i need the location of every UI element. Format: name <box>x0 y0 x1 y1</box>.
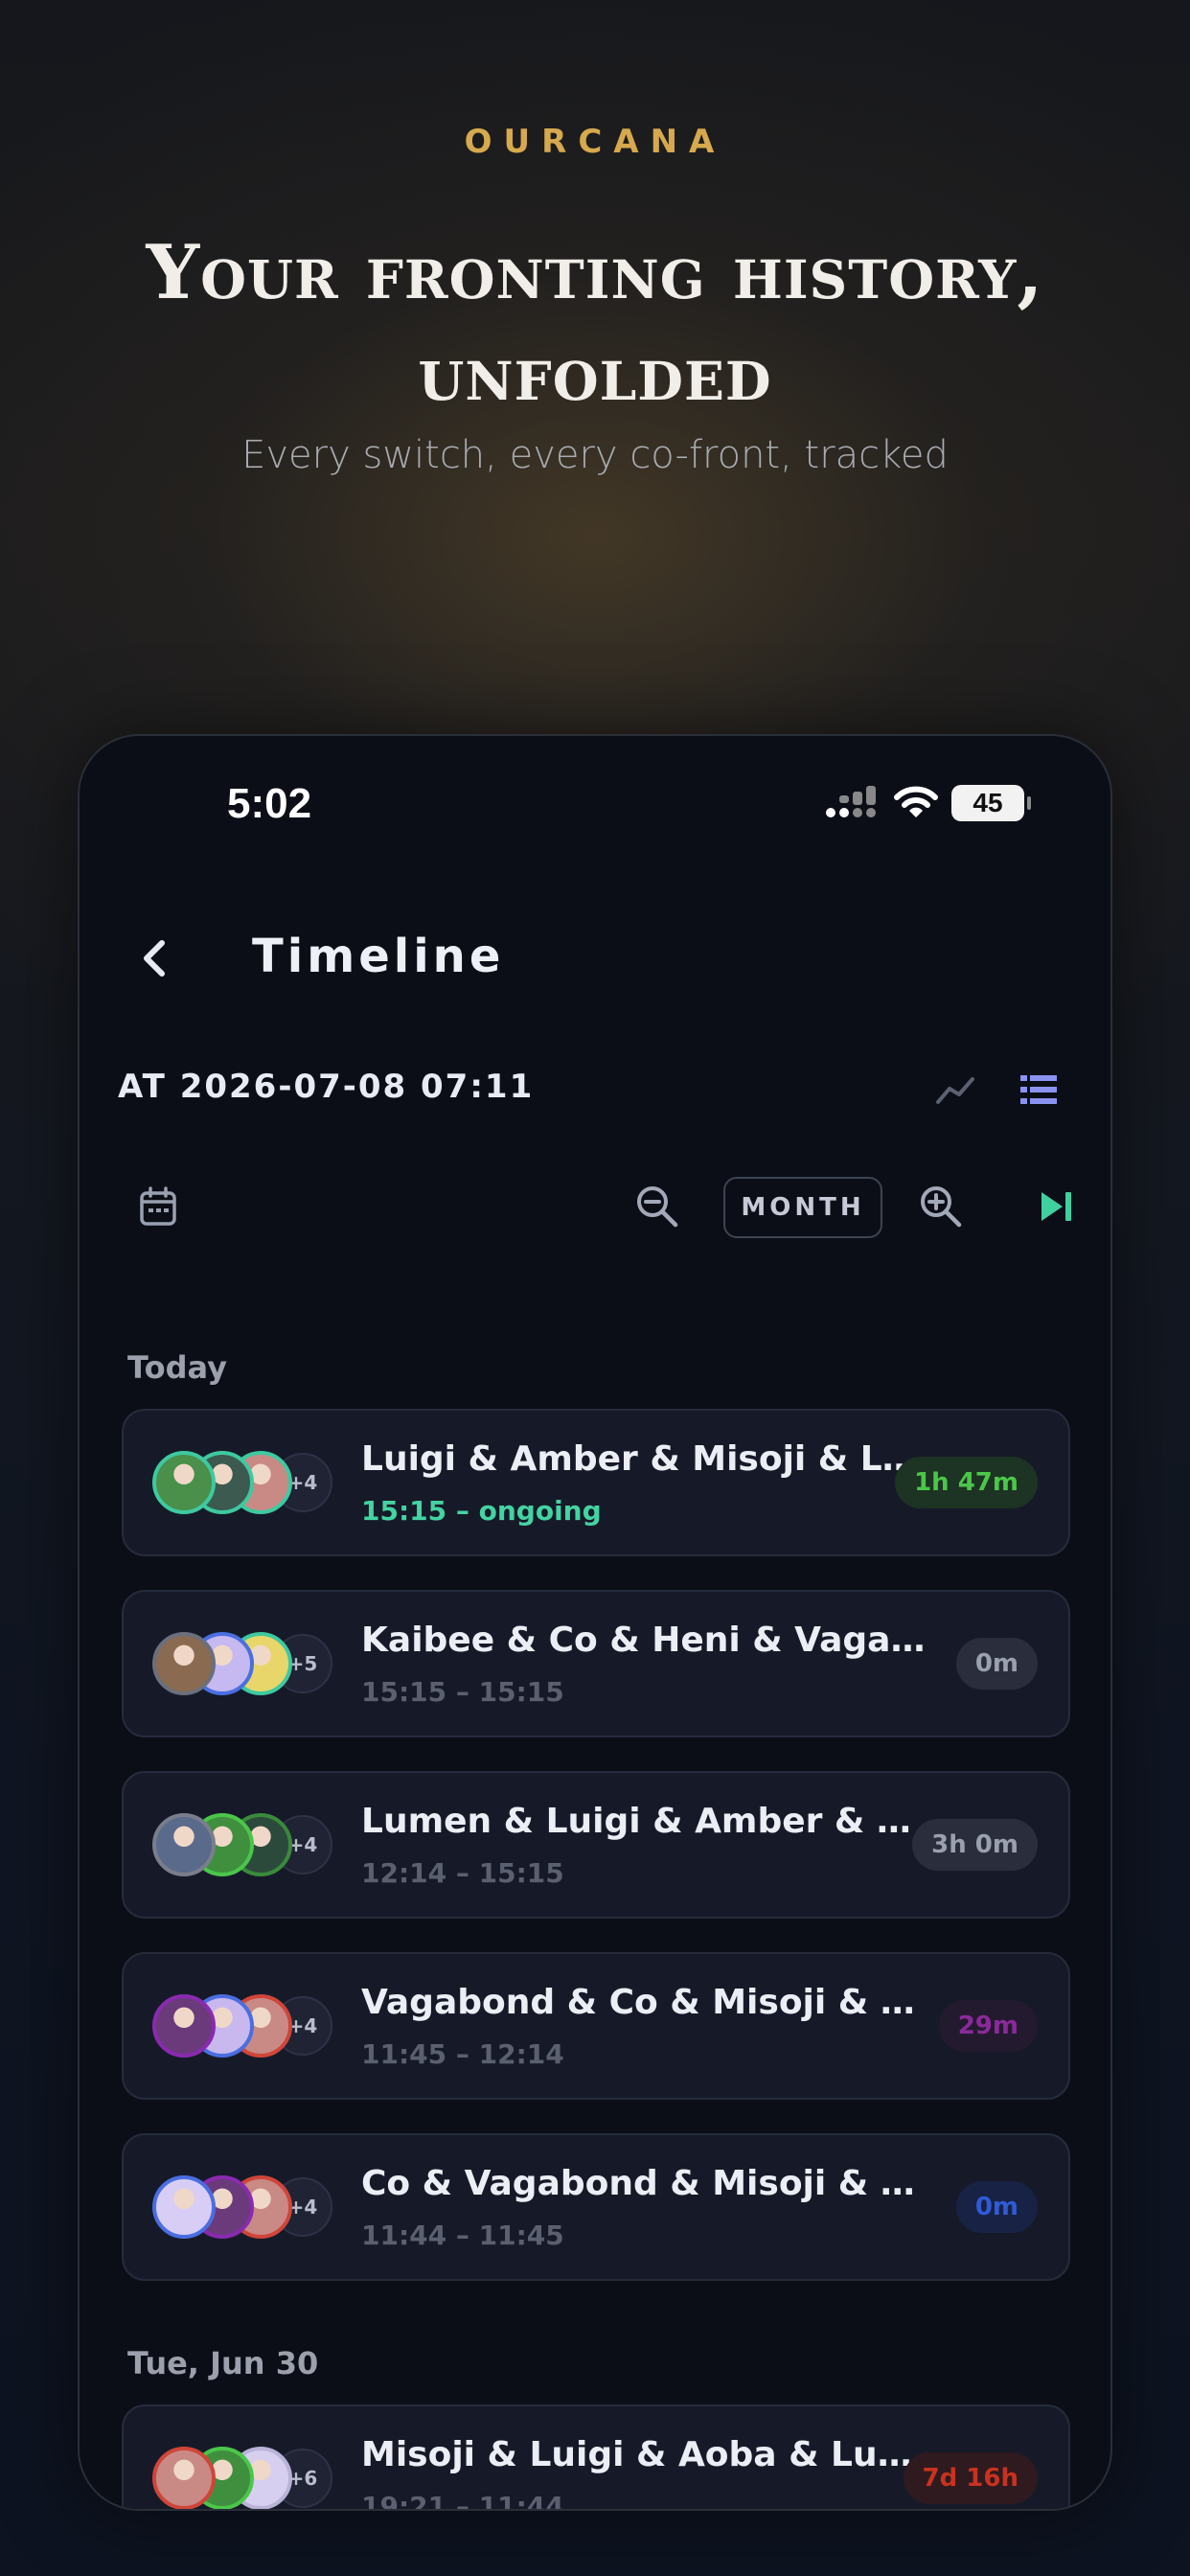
hero-subtitle: Every switch, every co-front, tracked <box>241 433 949 477</box>
avatar <box>152 1632 216 1695</box>
status-time: 5:02 <box>227 780 312 827</box>
list-view-icon[interactable] <box>1020 1073 1057 1106</box>
entry-members: Lumen & Luigi & Amber & He… <box>361 1802 936 1841</box>
timeline-header: AT 2026-07-08 07:11 <box>118 1062 1072 1119</box>
front-entry-card[interactable]: +4 Co & Vagabond & Misoji & Heni … 11:44 –… <box>122 2133 1070 2281</box>
zoom-level-button[interactable]: MONTH <box>723 1177 882 1238</box>
duration-badge: 0m <box>955 2181 1038 2233</box>
avatar-stack: +4 <box>152 1813 344 1880</box>
brand-wordmark: OURCANA <box>464 123 726 161</box>
entry-time-range: 15:15 – 15:15 <box>361 1676 564 1708</box>
entry-time-range: 19:21 – 11:44 <box>361 2491 564 2511</box>
entry-members: Vagabond & Co & Misoji & Hen… <box>361 1983 936 2022</box>
chart-view-icon[interactable] <box>934 1071 976 1110</box>
front-entry-card[interactable]: +4 Vagabond & Co & Misoji & Hen… 11:45 – 1… <box>122 1952 1070 2100</box>
avatar-stack: +4 <box>152 1451 344 1518</box>
battery-icon: 45 <box>951 785 1031 821</box>
entry-time-range: 12:14 – 15:15 <box>361 1857 564 1889</box>
calendar-icon[interactable] <box>139 1186 177 1227</box>
wifi-icon <box>894 786 938 817</box>
status-icons: 45 <box>825 784 1031 822</box>
zoom-in-icon[interactable] <box>917 1183 963 1229</box>
avatar-stack: +4 <box>152 2175 344 2242</box>
avatar-stack: +5 <box>152 1632 344 1699</box>
entry-time-range: 11:44 – 11:45 <box>361 2220 564 2251</box>
entry-members: Misoji & Luigi & Aoba & Lume… <box>361 2435 936 2474</box>
front-entry-card[interactable]: +4 Luigi & Amber & Misoji & Lu… 15:15 – on… <box>122 1409 1070 1556</box>
jump-to-now-icon[interactable] <box>1038 1188 1074 1225</box>
headline-line-2: unfolded <box>418 331 772 418</box>
hero-headline: Your fronting history, unfolded <box>0 222 1190 426</box>
duration-badge: 7d 16h <box>903 2452 1038 2504</box>
entry-members: Co & Vagabond & Misoji & Heni … <box>361 2164 936 2203</box>
avatar <box>152 1451 216 1514</box>
entry-members: Kaibee & Co & Heni & Vagabon… <box>361 1621 936 1660</box>
current-timestamp[interactable]: AT 2026-07-08 07:11 <box>118 1068 534 1106</box>
avatar <box>152 1994 216 2058</box>
duration-badge: 3h 0m <box>912 1819 1038 1871</box>
phone-screen: 5:02 45 Timeline AT 2026-07-08 07:11 MON… <box>78 734 1112 2511</box>
avatar <box>152 2447 216 2509</box>
duration-badge: 29m <box>938 2000 1038 2052</box>
section-label: Tue, Jun 30 <box>127 2345 319 2381</box>
front-entry-card[interactable]: +5 Kaibee & Co & Heni & Vagabon… 15:15 – 1… <box>122 1590 1070 1737</box>
entry-time-range: 11:45 – 12:14 <box>361 2038 564 2070</box>
cellular-signal-icon <box>826 786 876 817</box>
entry-time-range: 15:15 – ongoing <box>361 1495 602 1527</box>
page-title: Timeline <box>252 930 505 983</box>
section-label: Today <box>127 1349 227 1386</box>
back-button[interactable] <box>127 932 181 985</box>
timeline-toolbar: MONTH <box>118 1167 1072 1244</box>
front-entry-card[interactable]: +6 Misoji & Luigi & Aoba & Lume… 19:21 – 1… <box>122 2404 1070 2511</box>
entry-members: Luigi & Amber & Misoji & Lu… <box>361 1439 936 1479</box>
avatar <box>152 1813 216 1876</box>
zoom-out-icon[interactable] <box>633 1183 679 1229</box>
nav-bar: Timeline <box>80 910 1110 1006</box>
avatar <box>152 2175 216 2239</box>
duration-badge: 0m <box>955 1638 1038 1690</box>
duration-badge: 1h 47m <box>895 1457 1038 1508</box>
avatar-stack: +6 <box>152 2447 344 2509</box>
front-entry-card[interactable]: +4 Lumen & Luigi & Amber & He… 12:14 – 15:… <box>122 1771 1070 1919</box>
headline-line-1: Your fronting history, <box>146 229 1044 316</box>
avatar-stack: +4 <box>152 1994 344 2061</box>
